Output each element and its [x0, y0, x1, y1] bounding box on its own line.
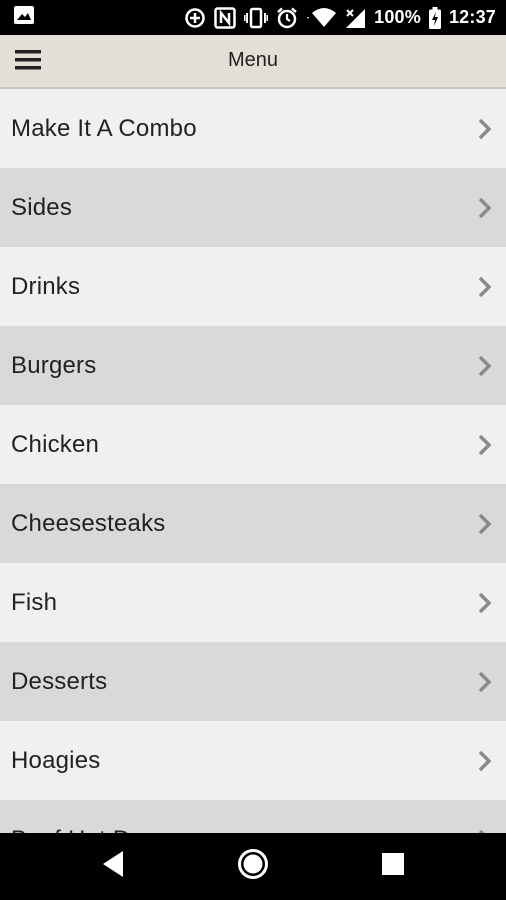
chevron-right-icon [478, 513, 492, 534]
menu-list: Make It A Combo Sides Drinks Burgers Chicken… [0, 89, 506, 833]
app-bar: Menu [0, 35, 506, 89]
clock: 12:37 [448, 7, 496, 27]
chevron-right-icon [478, 592, 492, 613]
menu-item-label: Cheesesteaks [11, 509, 166, 537]
home-button[interactable] [213, 833, 293, 900]
app-screen: 100% 12:37 Menu Make It A Combo Sides Dr… [0, 0, 506, 900]
hamburger-icon [15, 49, 41, 76]
back-icon [101, 850, 125, 883]
navigation-bar [0, 833, 506, 900]
page-title: Menu [227, 49, 279, 71]
chevron-right-icon [478, 671, 492, 692]
menu-item-label: Burgers [11, 351, 97, 379]
menu-item[interactable]: Fish [0, 563, 506, 642]
menu-item[interactable]: Drinks [0, 247, 506, 326]
menu-item-label: Sides [11, 193, 73, 221]
menu-item[interactable]: Beef Hot Dog [0, 800, 506, 833]
menu-item[interactable]: Chicken [0, 405, 506, 484]
chevron-right-icon [478, 434, 492, 455]
menu-item-label: Hoagies [11, 746, 101, 774]
menu-item-label: Drinks [11, 272, 81, 300]
data-saver-icon [184, 7, 206, 29]
image-icon [14, 6, 34, 29]
menu-item-label: Make It A Combo [11, 114, 197, 142]
back-button[interactable] [73, 833, 153, 900]
recents-button[interactable] [353, 833, 433, 900]
battery-percent: 100% [374, 7, 421, 27]
menu-item[interactable]: Sides [0, 168, 506, 247]
chevron-right-icon [478, 276, 492, 297]
chevron-right-icon [478, 197, 492, 218]
recents-icon [382, 853, 404, 880]
status-bar: 100% 12:37 [0, 0, 506, 35]
alarm-icon [276, 7, 298, 29]
menu-item[interactable]: Burgers [0, 326, 506, 405]
menu-item-label: Desserts [11, 667, 108, 695]
menu-item[interactable]: Hoagies [0, 721, 506, 800]
vibrate-icon [244, 7, 269, 29]
nfc-icon [214, 6, 236, 29]
menu-item-label: Beef Hot Dog [11, 826, 157, 834]
wifi-icon [306, 7, 337, 29]
menu-button[interactable] [8, 43, 48, 81]
battery-charging-icon [428, 6, 441, 29]
menu-item-label: Fish [11, 588, 58, 616]
home-icon [237, 848, 269, 885]
menu-item[interactable]: Cheesesteaks [0, 484, 506, 563]
chevron-right-icon [478, 118, 492, 139]
chevron-right-icon [478, 750, 492, 771]
menu-item-label: Chicken [11, 430, 100, 458]
menu-item[interactable]: Make It A Combo [0, 89, 506, 168]
chevron-right-icon [478, 355, 492, 376]
menu-item[interactable]: Desserts [0, 642, 506, 721]
cell-signal-icon [344, 7, 366, 29]
